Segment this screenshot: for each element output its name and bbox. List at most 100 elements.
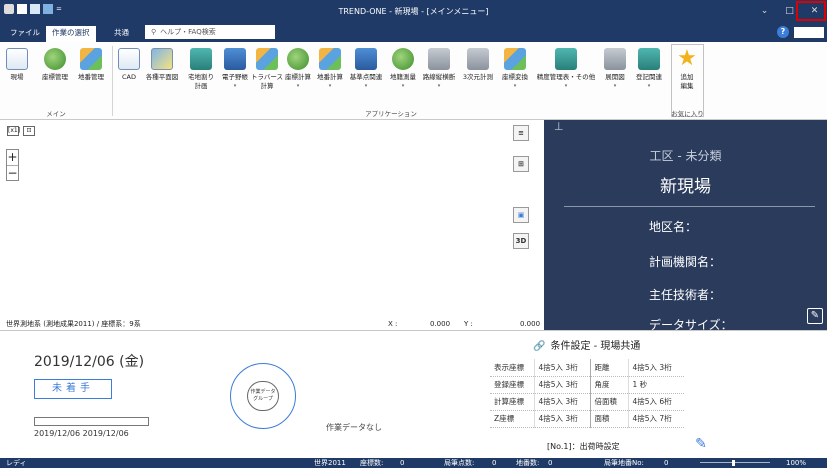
dropdown-arrow-icon: ▾ xyxy=(613,83,617,89)
help-icon[interactable]: ? xyxy=(777,26,789,38)
window-title: TREND-ONE - 新現場 - [メインメニュー] xyxy=(338,7,489,16)
dropdown-arrow-icon: ▾ xyxy=(513,83,517,89)
dropdown-arrow-icon: ▾ xyxy=(328,83,332,89)
ribbon-button-label: 座標管理 xyxy=(42,73,68,81)
condition-key: 表示座標 xyxy=(490,359,534,377)
dropdown-arrow-icon: ▾ xyxy=(233,83,237,89)
condition-value: 4捨5入 3桁 xyxy=(533,393,590,411)
ribbon-button-registration[interactable]: 登記関連 ▾ xyxy=(632,48,666,91)
map-canvas[interactable]: [x1] ⊡ + − ≡ ⊞ ▣ 3D xyxy=(0,120,544,318)
ribbon-button-label: 展開図 xyxy=(605,73,625,81)
condition-value: 4捨5入 3桁 xyxy=(533,359,590,377)
map-icon[interactable]: ▣ xyxy=(513,207,529,223)
reference-point-icon xyxy=(355,48,377,70)
list-icon[interactable]: ≡ xyxy=(513,125,529,141)
coordinate-bar: 世界測地系 (測地成果2011) / 座標系：9系 X : 0.000 Y : … xyxy=(0,318,544,330)
ribbon-button-field-book[interactable]: 電子野帳 ▾ xyxy=(218,48,252,91)
geo-system: 世界2011 xyxy=(314,459,346,467)
status-button[interactable]: 未着手 xyxy=(34,379,112,399)
dropdown-arrow-icon: ▾ xyxy=(647,83,651,89)
ribbon-button-coord-calc[interactable]: 座標計算 ▾ xyxy=(282,48,314,91)
edit-conditions-icon[interactable]: ✎ xyxy=(692,435,710,453)
zoom-out-button[interactable]: − xyxy=(7,166,18,181)
edit-icon[interactable]: ✎ xyxy=(807,308,823,324)
preset-label: [No.1]：出荷時設定 xyxy=(547,442,620,451)
account-box[interactable] xyxy=(794,27,824,38)
ribbon-button-label: 地番計算 xyxy=(317,73,343,81)
help-search-input[interactable]: ⚲ ヘルプ・FAQ検索 xyxy=(145,25,275,39)
condition-value: 4捨5入 3桁 xyxy=(533,376,590,394)
ready-status: レディ xyxy=(6,459,27,467)
title-bar: = TREND-ONE - 新現場 - [メインメニュー] ⌄ □ ✕ xyxy=(0,0,827,22)
ribbon-button-route-section[interactable]: 路線縦横断 ▾ xyxy=(420,48,458,91)
dropdown-arrow-icon: ▾ xyxy=(364,83,368,89)
conditions-row: 登録座標 4捨5入 3桁 角度 1 秒 xyxy=(490,376,684,394)
tab-file[interactable]: ファイル xyxy=(4,26,46,42)
star-icon: ★ xyxy=(677,46,697,71)
ribbon-button-traverse[interactable]: トラバース 計算 xyxy=(250,48,284,91)
dropdown-arrow-icon: ▾ xyxy=(564,83,568,89)
cad-icon xyxy=(118,48,140,70)
pin-icon[interactable]: ⊥ xyxy=(554,120,564,133)
planning-org-label: 計画機関名： xyxy=(649,255,722,269)
grid-icon[interactable]: ⊞ xyxy=(513,156,529,172)
ribbon-button-coord-transform[interactable]: 座標変換 ▾ xyxy=(498,48,532,91)
ribbon-button-plan-drawings[interactable]: 各種平面図 xyxy=(142,48,182,82)
group-separator xyxy=(112,46,113,116)
lot-no: 0 xyxy=(664,459,669,467)
panel-divider xyxy=(564,206,815,207)
project-info-panel: ⊥ 工区 - 未分類 新現場 地区名： 計画機関名： 主任技術者： データサイズ… xyxy=(544,120,827,330)
zoom-slider-thumb[interactable] xyxy=(732,460,735,466)
ribbon-button-3d-measure[interactable]: 3次元計測 xyxy=(458,48,498,82)
conditions-table: 表示座標 4捨5入 3桁 距離 4捨5入 3桁 登録座標 4捨5入 3桁 角度 1 秒計算座標… xyxy=(490,359,684,428)
registration-icon xyxy=(638,48,660,70)
data-group-ring[interactable]: 作業データ グループ xyxy=(230,363,296,429)
ribbon-button-coord-manage[interactable]: 座標管理 xyxy=(38,48,72,82)
ribbon-button-cad[interactable]: CAD xyxy=(118,48,140,82)
ribbon-button-label: 精度管理表・その他 xyxy=(536,73,596,81)
cadastral-icon xyxy=(392,48,414,70)
coordinate-system: 世界測地系 (測地成果2011) / 座標系：9系 xyxy=(6,320,141,328)
condition-key-2: 面積 xyxy=(589,410,628,428)
ribbon: 現場 座標管理 地番管理 CAD 各種平面図 宅地割り 計画 電子野帳 ▾ トラ… xyxy=(0,42,827,120)
ribbon-button-cadastral[interactable]: 地籍測量 ▾ xyxy=(386,48,420,91)
condition-key: Z座標 xyxy=(490,410,534,428)
ribbon-button-accuracy[interactable]: 精度管理表・その他 ▾ xyxy=(532,48,600,91)
zoom-slider[interactable] xyxy=(700,462,770,463)
zoom-in-button[interactable]: + xyxy=(7,150,18,165)
tab-work-select[interactable]: 作業の選択 xyxy=(46,26,96,42)
scale-tool-button[interactable]: [x1] xyxy=(7,126,20,136)
ribbon-button-label: 各種平面図 xyxy=(145,73,179,81)
coord-count-label: 座標数: xyxy=(360,459,384,467)
ribbon-button-label: 登記関連 xyxy=(636,73,662,81)
data-group-label-line2: グループ xyxy=(253,396,273,402)
x-value: 0.000 xyxy=(430,320,451,328)
conditions-title-text: 条件設定 - 現場共通 xyxy=(550,341,641,352)
ribbon-button-lot-calc[interactable]: 地番計算 ▾ xyxy=(314,48,346,91)
close-highlight-box xyxy=(796,1,826,21)
lot-point-label: 局筆点数: xyxy=(444,459,475,467)
ribbon-button-label: 3次元計測 xyxy=(462,73,494,81)
favorites-add-edit-button[interactable]: ★ 追加 編集 xyxy=(673,48,701,91)
ribbon-button-site[interactable]: 現場 xyxy=(6,48,28,82)
plan-drawing-icon xyxy=(151,48,173,70)
ribbon-button-development[interactable]: 展開図 ▾ xyxy=(600,48,630,91)
coord-transform-icon xyxy=(504,48,526,70)
traverse-icon xyxy=(256,48,278,70)
ribbon-button-label: 地番管理 xyxy=(78,73,104,81)
tab-common[interactable]: 共通 xyxy=(108,26,135,42)
ribbon-button-lot-division[interactable]: 宅地割り 計画 xyxy=(184,48,218,91)
dropdown-arrow-icon: ▾ xyxy=(296,83,300,89)
minimize-button[interactable]: ⌄ xyxy=(752,0,777,22)
ribbon-button-reference-points[interactable]: 基準点関連 ▾ xyxy=(346,48,386,91)
lot-point: 0 xyxy=(492,459,497,467)
fit-view-button[interactable]: ⊡ xyxy=(23,126,35,136)
lot-calc-icon xyxy=(319,48,341,70)
route-section-icon xyxy=(428,48,450,70)
data-group-button[interactable]: 作業データ グループ xyxy=(247,381,279,411)
ribbon-button-label: 現場 xyxy=(10,73,24,81)
progress-bar xyxy=(34,417,149,426)
ribbon-button-lot-manage[interactable]: 地番管理 xyxy=(74,48,108,82)
3d-view-button[interactable]: 3D xyxy=(513,233,529,249)
condition-key-2: 距離 xyxy=(589,359,628,377)
